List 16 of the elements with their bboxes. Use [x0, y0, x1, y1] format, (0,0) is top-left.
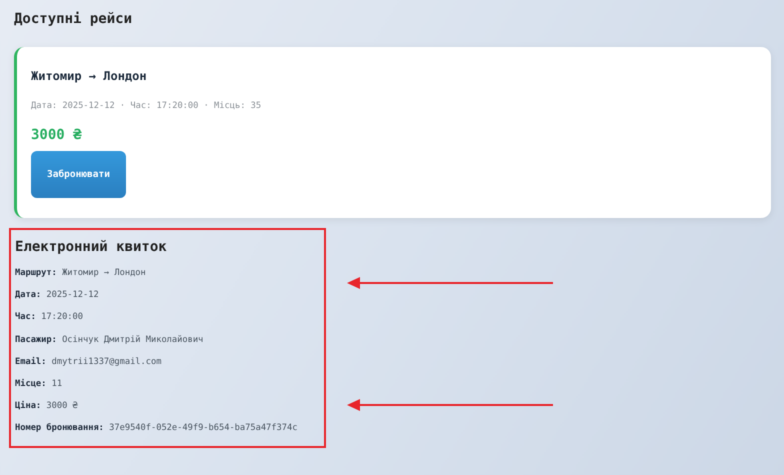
book-button[interactable]: Забронювати	[31, 151, 126, 198]
flight-details: Дата: 2025-12-12 · Час: 17:20:00 · Місць: 35	[31, 101, 262, 111]
ticket-field: Пасажир: Осінчук Дмитрій Миколайович	[15, 328, 320, 351]
section-heading: Доступні рейси	[14, 10, 134, 29]
ticket-field: Email: dmytrii1337@gmail.com	[15, 350, 320, 374]
ticket-field: Маршрут: Житомир → Лондон	[15, 262, 320, 284]
ticket-field: Місце: 11	[15, 373, 320, 396]
arrow-icon	[347, 276, 553, 290]
ticket-field: Ціна: 3000 ₴	[15, 395, 320, 418]
flight-route: Житомир → Лондон	[31, 69, 147, 83]
flight-price: 3000 ₴	[31, 127, 82, 143]
ticket-field: Час: 17:20:00	[15, 306, 320, 329]
ticket-field: Дата: 2025-12-12	[15, 284, 320, 306]
arrow-icon	[347, 398, 553, 412]
ticket-title: Електронний квиток	[15, 238, 168, 257]
ticket-field: Номер бронювання: 37e9540f-052e-49f9-b654-ba75a47f374c	[15, 417, 320, 440]
